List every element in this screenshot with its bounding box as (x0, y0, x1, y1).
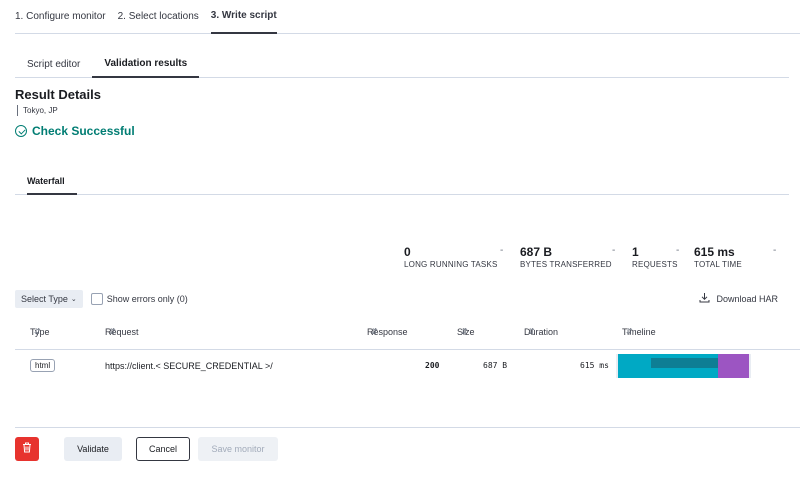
chevron-down-icon: ⌄ (70, 296, 77, 303)
filter-bar: Select Type ⌄ Show errors only (0) (15, 290, 188, 308)
trash-icon (22, 442, 32, 456)
stat-long-running-tasks: 0 - LONG RUNNING TASKS (404, 245, 503, 269)
tab-waterfall[interactable]: Waterfall (27, 168, 77, 195)
select-type-dropdown[interactable]: Select Type ⌄ (15, 290, 83, 308)
show-errors-label: Show errors only (0) (106, 294, 188, 304)
stat-total-time: 615 ms - TOTAL TIME (694, 245, 776, 269)
result-location: Tokyo, JP (17, 105, 58, 116)
download-har-label: Download HAR (716, 294, 778, 304)
stat-value: 0 (404, 245, 411, 259)
step-configure-monitor[interactable]: 1. Configure monitor (15, 0, 106, 34)
result-details-title: Result Details (15, 87, 101, 102)
stat-label: LONG RUNNING TASKS (404, 260, 498, 269)
sort-icon: ⇵ (109, 327, 116, 336)
stat-dash: - (612, 245, 616, 256)
table-header: Type ⇵ Request ⇵ Response ⇵ Size ⇵ Duration ⇵… (30, 327, 656, 337)
response-size: 687 B (483, 361, 508, 370)
validate-button[interactable]: Validate (64, 437, 122, 461)
timeline-segment-end (718, 354, 749, 378)
timeline-segment-receive (651, 358, 718, 368)
sort-icon: ⇵ (34, 327, 41, 336)
sort-icon: ⇵ (626, 327, 633, 336)
stat-value: 687 B (520, 245, 553, 259)
save-monitor-button[interactable]: Save monitor (198, 437, 278, 461)
type-badge: html (30, 359, 56, 372)
tab-script-editor[interactable]: Script editor (15, 50, 92, 78)
check-status: Check Successful (15, 124, 135, 138)
sort-icon: ⇵ (371, 327, 378, 336)
request-duration: 615 ms (580, 361, 609, 370)
step-select-locations[interactable]: 2. Select locations (118, 0, 199, 34)
stat-label: TOTAL TIME (694, 260, 742, 269)
stat-value: 1 (632, 245, 639, 259)
table-divider (15, 349, 800, 350)
stat-value: 615 ms (694, 245, 735, 259)
stat-dash: - (773, 245, 777, 256)
step-write-script[interactable]: 3. Write script (210, 0, 277, 34)
show-errors-checkbox[interactable] (90, 293, 103, 305)
script-subtabs: Script editor Validation results (15, 50, 789, 78)
stat-dash: - (500, 245, 504, 256)
table-row[interactable]: html https://client.< SECURE_CREDENTIAL … (0, 354, 800, 378)
stat-dash: - (676, 245, 680, 256)
wizard-steps: 1. Configure monitor 2. Select locations… (15, 0, 800, 34)
footer-divider (15, 427, 800, 428)
select-type-label: Select Type (21, 294, 68, 304)
stat-requests: 1 - REQUESTS (632, 245, 680, 269)
stat-label: BYTES TRANSFERRED (520, 260, 612, 269)
waterfall-tabs: Waterfall (15, 168, 789, 195)
sort-icon: ⇵ (528, 327, 535, 336)
delete-monitor-button[interactable] (15, 437, 39, 461)
cancel-button[interactable]: Cancel (136, 437, 190, 461)
check-status-label: Check Successful (32, 124, 135, 138)
request-url[interactable]: https://client.< SECURE_CREDENTIAL >/ (105, 361, 273, 371)
stat-bytes-transferred: 687 B - BYTES TRANSFERRED (520, 245, 616, 269)
check-circle-icon (15, 125, 27, 137)
stat-label: REQUESTS (632, 260, 678, 269)
response-code: 200 (425, 361, 440, 370)
timeline-bar[interactable] (616, 354, 751, 378)
download-har-button[interactable]: Download HAR (699, 292, 778, 306)
download-icon (699, 292, 710, 306)
sort-icon: ⇵ (461, 327, 468, 336)
tab-validation-results[interactable]: Validation results (92, 50, 200, 78)
